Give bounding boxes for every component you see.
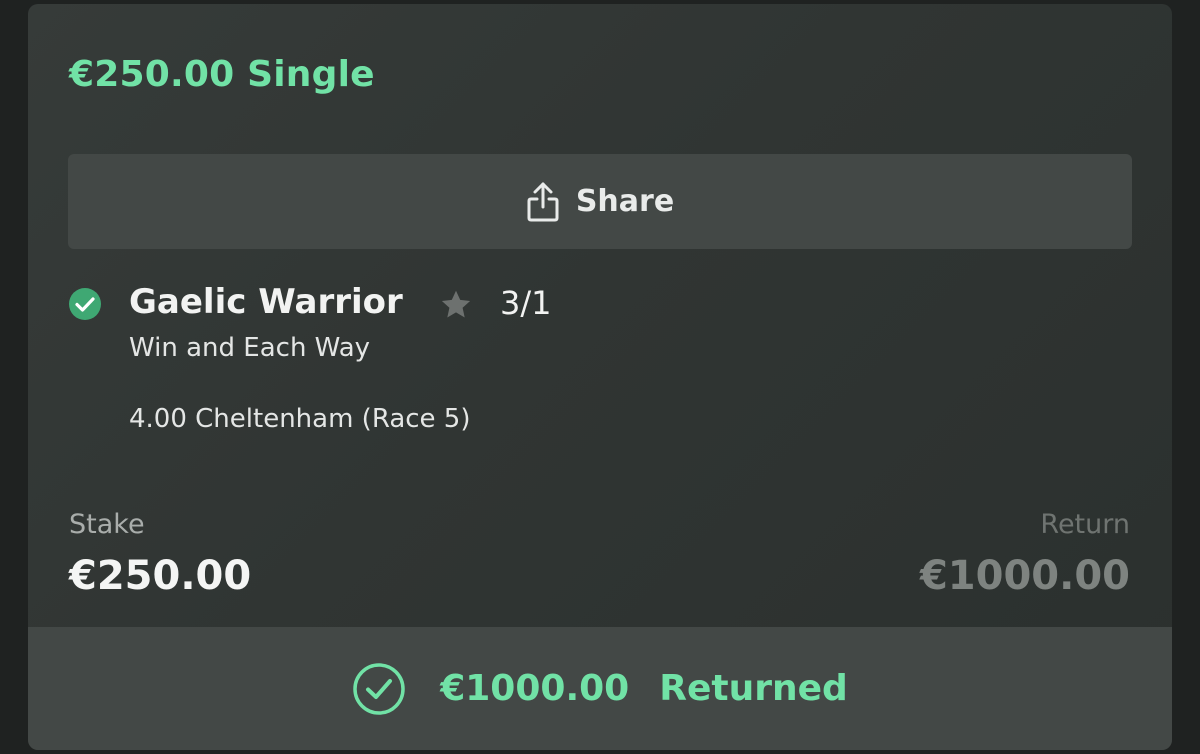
bet-card: €250.00 Single Share Gaelic Warrior 3/1 … xyxy=(28,4,1172,750)
selection-market: Win and Each Way xyxy=(129,333,371,363)
stake-label: Stake xyxy=(69,509,145,540)
selection-event: 4.00 Cheltenham (Race 5) xyxy=(129,404,471,434)
stake-value: €250.00 xyxy=(69,553,252,599)
share-button-label: Share xyxy=(575,184,675,219)
share-icon xyxy=(526,181,560,223)
selection-name: Gaelic Warrior xyxy=(129,282,403,322)
returned-footer: €1000.00 Returned xyxy=(28,627,1172,750)
star-icon[interactable] xyxy=(438,287,474,323)
check-circle-icon xyxy=(68,287,102,321)
share-button[interactable]: Share xyxy=(68,154,1132,249)
bet-title: €250.00 Single xyxy=(69,54,375,95)
return-label: Return xyxy=(1040,509,1130,540)
returned-amount: €1000.00 xyxy=(440,668,630,709)
selection-odds: 3/1 xyxy=(500,284,552,322)
check-circle-outline-icon xyxy=(352,662,406,716)
return-value: €1000.00 xyxy=(919,553,1130,599)
returned-status: Returned xyxy=(659,668,848,709)
